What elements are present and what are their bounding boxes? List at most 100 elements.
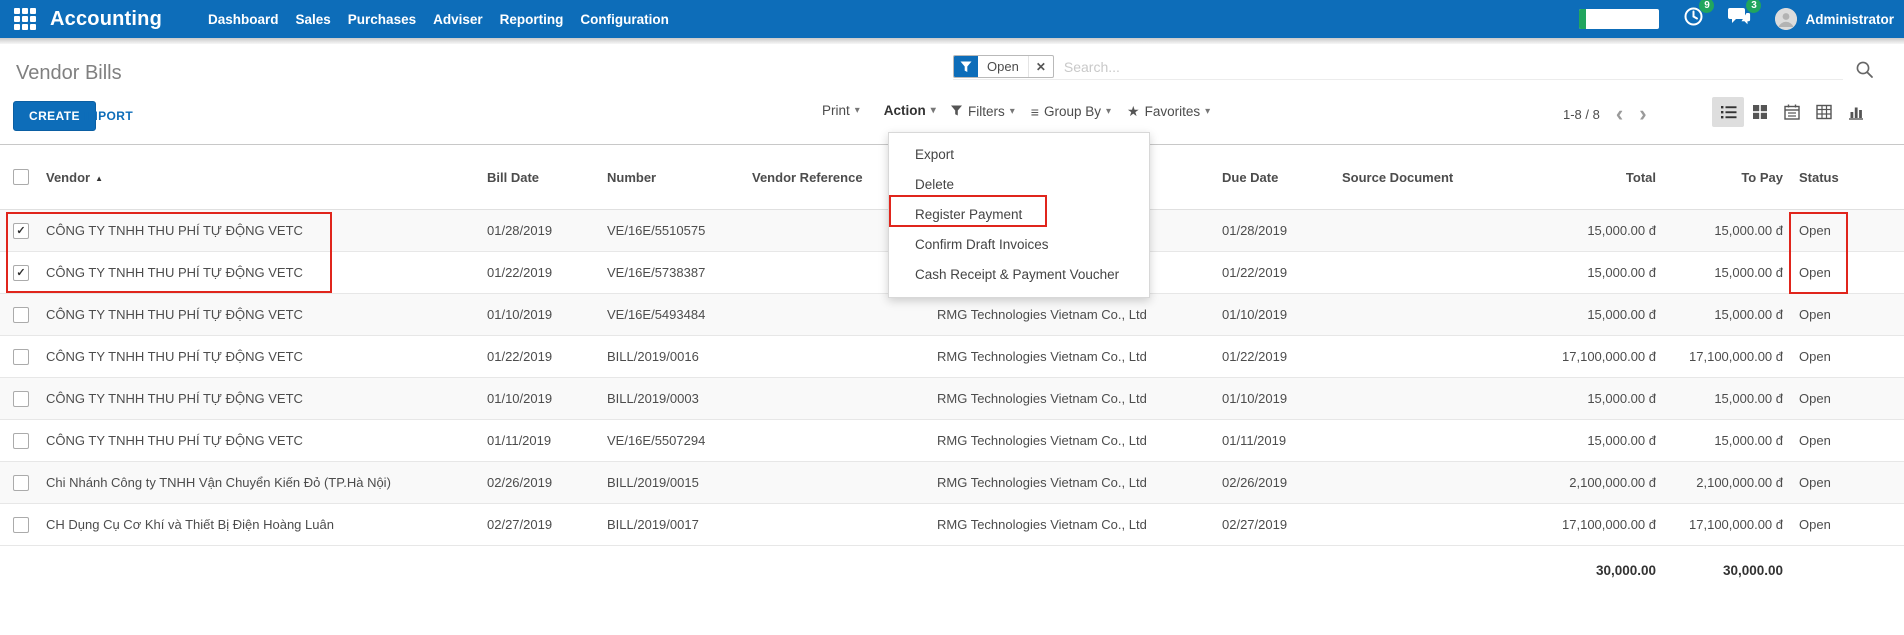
column-header-due-date[interactable]: Due Date <box>1220 170 1340 185</box>
import-button[interactable]: IMPORT <box>84 101 133 131</box>
apps-menu-icon[interactable] <box>14 8 36 30</box>
filter-facet-icon <box>954 56 978 77</box>
filter-funnel-icon <box>950 104 963 120</box>
row-checkbox[interactable] <box>13 517 29 533</box>
search-bar: Open ✕ <box>953 54 1843 80</box>
table-row[interactable]: CÔNG TY TNHH THU PHÍ TỰ ĐỘNG VETC 01/22/… <box>0 336 1904 378</box>
message-count-badge: 3 <box>1746 0 1761 13</box>
facet-remove-icon[interactable]: ✕ <box>1028 56 1053 77</box>
list-view-button[interactable] <box>1712 97 1744 127</box>
favorites-menu-button[interactable]: ★ Favorites ▾ <box>1127 103 1210 120</box>
checkbox-cell <box>0 517 44 533</box>
row-checkbox[interactable] <box>13 349 29 365</box>
column-header-source-document[interactable]: Source Document <box>1340 170 1530 185</box>
row-checkbox[interactable] <box>13 307 29 323</box>
graph-view-button[interactable] <box>1840 97 1872 127</box>
pager-next-button[interactable]: › <box>1639 104 1646 124</box>
table-row[interactable]: CÔNG TY TNHH THU PHÍ TỰ ĐỘNG VETC 01/10/… <box>0 294 1904 336</box>
kanban-view-button[interactable] <box>1744 97 1776 127</box>
cell-status: Open <box>1787 265 1865 280</box>
navbar-shadow <box>0 38 1904 44</box>
table-row[interactable]: Chi Nhánh Công ty TNHH Vận Chuyển Kiến Đ… <box>0 462 1904 504</box>
cell-status: Open <box>1787 517 1865 532</box>
cell-number: BILL/2019/0016 <box>605 349 750 364</box>
column-header-status[interactable]: Status <box>1787 170 1865 185</box>
chevron-down-icon: ▾ <box>1205 106 1210 117</box>
table-row[interactable]: CÔNG TY TNHH THU PHÍ TỰ ĐỘNG VETC 01/10/… <box>0 378 1904 420</box>
cell-bill-date: 01/22/2019 <box>485 349 605 364</box>
menu-adviser[interactable]: Adviser <box>433 12 483 27</box>
action-item-confirm-draft-invoices[interactable]: Confirm Draft Invoices <box>889 229 1149 259</box>
cell-to-pay: 15,000.00 đ <box>1660 391 1787 406</box>
action-item-export[interactable]: Export <box>889 139 1149 169</box>
calendar-view-button[interactable] <box>1776 97 1808 127</box>
search-input[interactable] <box>1064 59 1843 75</box>
cell-to-pay: 17,100,000.00 đ <box>1660 517 1787 532</box>
cell-to-pay: 15,000.00 đ <box>1660 265 1787 280</box>
cell-vendor: CÔNG TY TNHH THU PHÍ TỰ ĐỘNG VETC <box>44 307 485 322</box>
print-menu-button[interactable]: Print ▾ <box>822 103 860 118</box>
row-checkbox[interactable]: ✓ <box>13 223 29 239</box>
pager: 1-8 / 8 ‹ › <box>1563 104 1647 124</box>
action-item-register-payment[interactable]: Register Payment <box>889 199 1149 229</box>
cell-status: Open <box>1787 223 1865 238</box>
action-item-delete[interactable]: Delete <box>889 169 1149 199</box>
column-header-number[interactable]: Number <box>605 170 750 185</box>
app-name[interactable]: Accounting <box>50 8 162 31</box>
print-menu-label: Print <box>822 103 850 118</box>
action-menu-button[interactable]: Action ▾ <box>884 103 936 118</box>
column-header-bill-date[interactable]: Bill Date <box>485 170 605 185</box>
user-menu[interactable]: Administrator <box>1775 8 1894 30</box>
timer-widget[interactable] <box>1579 9 1659 29</box>
search-facet-open[interactable]: Open ✕ <box>953 55 1054 78</box>
cell-bill-date: 01/10/2019 <box>485 307 605 322</box>
activities-button[interactable]: 9 <box>1683 6 1704 32</box>
checkbox-cell <box>0 475 44 491</box>
messages-button[interactable]: 3 <box>1728 6 1751 32</box>
timer-progress-bar <box>1579 9 1586 29</box>
pivot-view-button[interactable] <box>1808 97 1840 127</box>
column-header-to-pay[interactable]: To Pay <box>1660 170 1787 185</box>
menu-reporting[interactable]: Reporting <box>500 12 564 27</box>
checkbox-cell <box>0 433 44 449</box>
cell-due-date: 01/11/2019 <box>1220 433 1340 448</box>
cell-to-pay: 2,100,000.00 đ <box>1660 475 1787 490</box>
chevron-down-icon: ▾ <box>1106 106 1111 117</box>
menu-configuration[interactable]: Configuration <box>580 12 668 27</box>
view-switcher <box>1712 97 1872 127</box>
search-icon[interactable] <box>1855 60 1874 84</box>
select-all-checkbox[interactable] <box>13 169 29 185</box>
table-footer-row: 30,000.00 30,000.00 <box>0 546 1904 594</box>
cell-number: VE/16E/5507294 <box>605 433 750 448</box>
row-checkbox[interactable] <box>13 391 29 407</box>
cell-number: VE/16E/5738387 <box>605 265 750 280</box>
row-checkbox[interactable] <box>13 475 29 491</box>
filters-menu-button[interactable]: Filters ▾ <box>950 104 1015 120</box>
action-menu-label: Action <box>884 103 926 118</box>
column-header-total[interactable]: Total <box>1530 170 1660 185</box>
action-item-cash-receipt-payment-voucher[interactable]: Cash Receipt & Payment Voucher <box>889 259 1149 289</box>
column-header-vendor[interactable]: Vendor▲ <box>44 170 485 185</box>
table-row[interactable]: CÔNG TY TNHH THU PHÍ TỰ ĐỘNG VETC 01/11/… <box>0 420 1904 462</box>
cell-vendor: CÔNG TY TNHH THU PHÍ TỰ ĐỘNG VETC <box>44 265 485 280</box>
group-by-menu-button[interactable]: ≡ Group By ▾ <box>1031 104 1111 120</box>
activity-count-badge: 9 <box>1699 0 1714 13</box>
cell-vendor: CÔNG TY TNHH THU PHÍ TỰ ĐỘNG VETC <box>44 223 485 238</box>
cell-due-date: 02/27/2019 <box>1220 517 1340 532</box>
pager-previous-button[interactable]: ‹ <box>1616 104 1623 124</box>
cell-to-pay: 15,000.00 đ <box>1660 307 1787 322</box>
checkbox-cell: ✓ <box>0 223 44 239</box>
cell-total: 15,000.00 đ <box>1530 391 1660 406</box>
menu-sales[interactable]: Sales <box>296 12 331 27</box>
row-checkbox[interactable] <box>13 433 29 449</box>
to-pay-sum: 30,000.00 <box>1660 563 1787 578</box>
facet-label: Open <box>978 56 1028 77</box>
action-menus: Print ▾ Action ▾ <box>822 103 936 118</box>
avatar <box>1775 8 1797 30</box>
table-row[interactable]: CH Dụng Cụ Cơ Khí và Thiết Bị Điện Hoàng… <box>0 504 1904 546</box>
menu-purchases[interactable]: Purchases <box>348 12 416 27</box>
menu-dashboard[interactable]: Dashboard <box>208 12 279 27</box>
row-checkbox[interactable]: ✓ <box>13 265 29 281</box>
chevron-down-icon: ▾ <box>1010 106 1015 117</box>
page-title: Vendor Bills <box>16 62 122 85</box>
